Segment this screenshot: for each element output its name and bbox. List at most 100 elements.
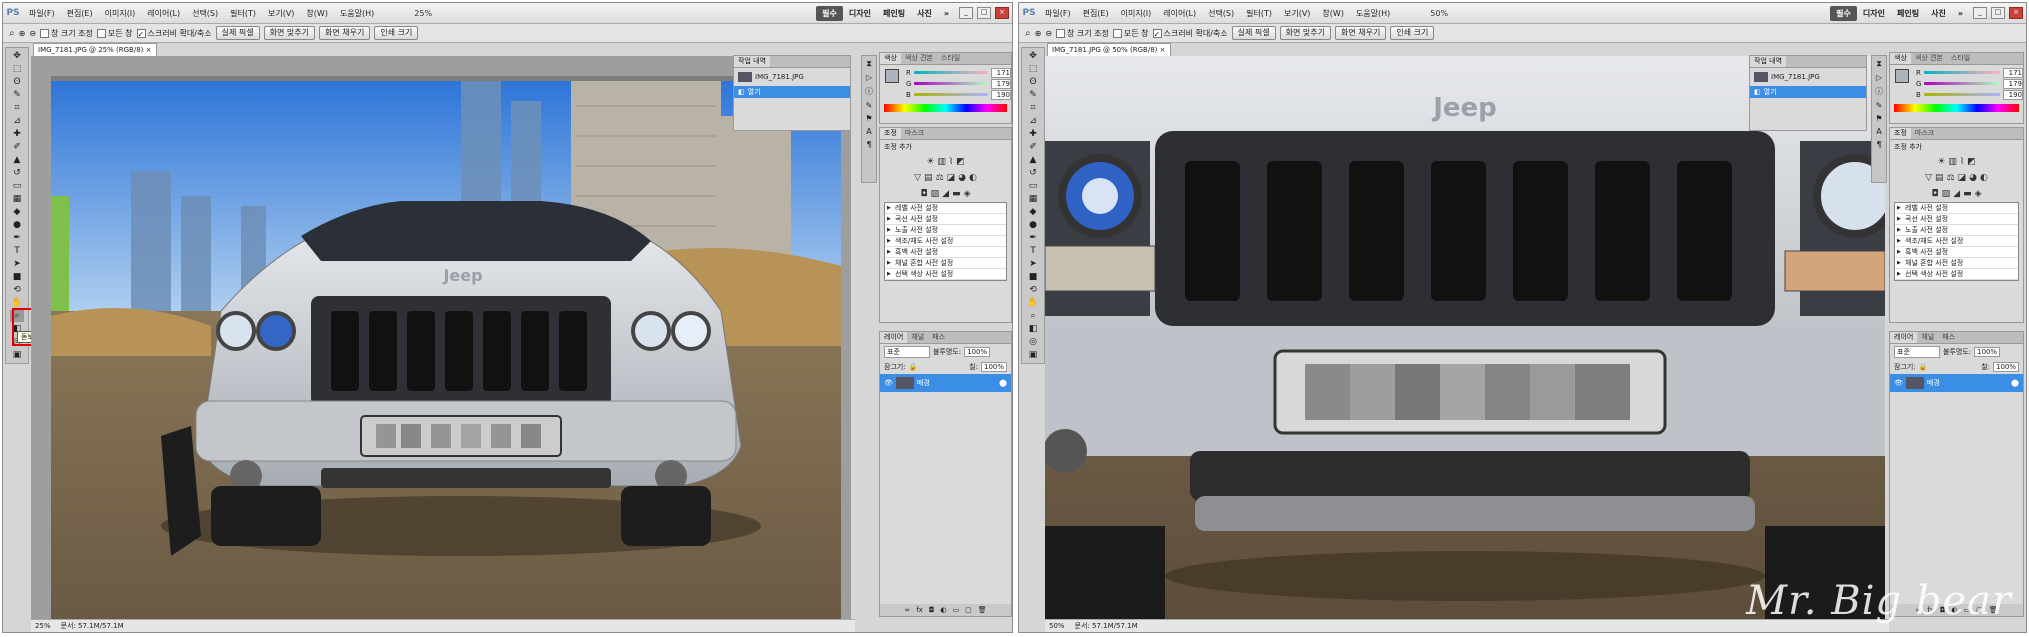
actions-dock-icon[interactable]: ▷ (866, 73, 872, 82)
vibrance-icon[interactable]: ▽ (914, 173, 921, 183)
history-step-open[interactable]: ◧ 열기 (1750, 86, 1866, 98)
marquee-tool-icon[interactable]: ⬚ (10, 63, 24, 75)
preset-curves[interactable]: 곡선 사전 설정 (885, 214, 1006, 225)
workspace-photography[interactable]: 사진 (911, 6, 938, 21)
history-dock-icon[interactable]: ⧗ (1876, 59, 1882, 69)
menu-edit[interactable]: 편집(E) (1077, 8, 1115, 19)
dodge-tool-icon[interactable]: ● (10, 219, 24, 231)
fit-screen-button[interactable]: 화면 맞추기 (263, 26, 315, 40)
fx-icon[interactable]: fx (916, 606, 923, 614)
g-slider[interactable] (914, 82, 988, 85)
tab-swatches[interactable]: 색상 견본 (901, 53, 937, 64)
menu-image[interactable]: 이미지(I) (99, 8, 142, 19)
lock-icon[interactable]: 🔒 (909, 363, 918, 371)
maximize-icon[interactable]: □ (977, 7, 991, 19)
selective-color-icon[interactable]: ◈ (964, 189, 971, 199)
minimize-icon[interactable]: _ (1973, 7, 1987, 19)
tab-channels[interactable]: 채널 (1917, 332, 1938, 343)
workspace-painting[interactable]: 페인팅 (877, 6, 911, 21)
threshold-icon[interactable]: ◢ (1953, 189, 1960, 199)
menu-view[interactable]: 보기(V) (1278, 8, 1316, 19)
close-tab-icon[interactable]: × (1160, 46, 1166, 54)
type-tool-icon[interactable]: T (1026, 245, 1040, 257)
new-layer-icon[interactable]: ▢ (965, 606, 972, 614)
crop-tool-icon[interactable]: ⌗ (1026, 102, 1040, 114)
menu-window[interactable]: 창(W) (300, 8, 334, 19)
levels-icon[interactable]: ▥ (1948, 157, 1957, 167)
preset-curves[interactable]: 곡선 사전 설정 (1895, 214, 2018, 225)
r-value[interactable]: 171 (2003, 67, 2023, 78)
gradient-map-icon[interactable]: ▬ (952, 189, 961, 199)
exposure-icon[interactable]: ◩ (1967, 157, 1976, 167)
workspace-more[interactable]: » (938, 7, 955, 20)
hue-sat-icon[interactable]: ▤ (924, 173, 933, 183)
screen-mode-icon[interactable]: ▣ (10, 349, 24, 361)
tab-color[interactable]: 색상 (880, 53, 901, 64)
blend-mode-select[interactable]: 표준 (1894, 346, 1940, 358)
clone-dock-icon[interactable]: ⚑ (865, 114, 872, 123)
color-ramp[interactable] (884, 104, 1007, 112)
tab-layers[interactable]: 레이어 (1890, 332, 1918, 343)
brushes-dock-icon[interactable]: ✎ (1876, 101, 1883, 110)
zoom-tool-icon[interactable]: ⌕ (1025, 28, 1031, 39)
menu-select[interactable]: 선택(S) (186, 8, 224, 19)
invert-icon[interactable]: ◘ (921, 189, 928, 199)
scrubby-zoom-checkbox[interactable]: ✓ 스크러비 확대/축소 (136, 28, 212, 39)
print-size-button[interactable]: 인쇄 크기 (1390, 26, 1435, 40)
tab-history[interactable]: 작업 내역 (734, 56, 770, 67)
document-tab[interactable]: IMG_7181.JPG @ 25% (RGB/8) × (33, 43, 157, 56)
history-brush-icon[interactable]: ↺ (10, 167, 24, 179)
menu-filter[interactable]: 필터(T) (1240, 8, 1278, 19)
tab-swatches[interactable]: 색상 견본 (1911, 53, 1947, 64)
history-snapshot[interactable]: IMG_7181.JPG (734, 68, 850, 86)
color-swatch-fg[interactable] (885, 69, 899, 83)
3d-rotate-icon[interactable]: ⟲ (1026, 284, 1040, 296)
eye-icon[interactable]: 👁 (1894, 379, 1903, 387)
close-tab-icon[interactable]: × (146, 46, 152, 54)
photo-filter-icon[interactable]: ◕ (1969, 173, 1977, 183)
character-dock-icon[interactable]: A (1876, 127, 1881, 136)
tab-channels[interactable]: 채널 (907, 332, 928, 343)
move-tool-icon[interactable]: ✥ (1026, 50, 1040, 62)
screen-mode-icon[interactable]: ▣ (1026, 349, 1040, 361)
zoom-in-icon[interactable]: ⊕ (19, 29, 26, 38)
vibrance-icon[interactable]: ▽ (1925, 173, 1932, 183)
stamp-tool-icon[interactable]: ▲ (10, 154, 24, 166)
path-select-icon[interactable]: ➤ (1026, 258, 1040, 270)
menu-file[interactable]: 파일(F) (1039, 8, 1077, 19)
document-canvas[interactable]: Jeep (31, 56, 851, 621)
menu-view[interactable]: 보기(V) (262, 8, 300, 19)
lasso-tool-icon[interactable]: ʘ (10, 76, 24, 88)
scrubby-zoom-checkbox[interactable]: ✓ 스크러비 확대/축소 (1152, 28, 1228, 39)
all-windows-checkbox[interactable]: 모든 창 (1112, 28, 1149, 39)
menu-help[interactable]: 도움말(H) (1350, 8, 1396, 19)
bw-icon[interactable]: ◪ (1958, 173, 1967, 183)
preset-levels[interactable]: 레벨 사전 설정 (885, 203, 1006, 214)
photo-filter-icon[interactable]: ◕ (958, 173, 966, 183)
eye-icon[interactable]: 👁 (884, 379, 893, 387)
tab-masks[interactable]: 마스크 (1911, 128, 1938, 139)
preset-channel-mixer[interactable]: 채널 혼합 사전 설정 (1895, 258, 2018, 269)
pen-tool-icon[interactable]: ✒ (10, 232, 24, 244)
gradient-map-icon[interactable]: ▬ (1963, 189, 1972, 199)
move-tool-icon[interactable]: ✥ (10, 50, 24, 62)
menu-window[interactable]: 창(W) (1316, 8, 1350, 19)
gradient-tool-icon[interactable]: ▦ (10, 193, 24, 205)
fill-field[interactable]: 100% (1992, 362, 2019, 372)
blend-mode-select[interactable]: 표준 (884, 346, 930, 358)
crop-tool-icon[interactable]: ⌗ (10, 102, 24, 114)
preset-selective-color[interactable]: 선택 색상 사전 설정 (1895, 269, 2018, 280)
pen-tool-icon[interactable]: ✒ (1026, 232, 1040, 244)
quick-mask-icon[interactable]: ◎ (1026, 336, 1040, 348)
tab-styles[interactable]: 스타일 (1947, 53, 1974, 64)
fit-screen-button[interactable]: 화면 맞추기 (1279, 26, 1331, 40)
info-dock-icon[interactable]: ⓘ (1875, 86, 1883, 97)
channel-mixer-icon[interactable]: ◐ (969, 173, 977, 183)
history-dock-icon[interactable]: ⧗ (866, 59, 872, 69)
history-step-open[interactable]: ◧ 열기 (734, 86, 850, 98)
curves-icon[interactable]: ⌇ (949, 157, 953, 167)
color-swatches-icon[interactable]: ◧ (1026, 323, 1040, 335)
path-select-icon[interactable]: ➤ (10, 258, 24, 270)
tab-paths[interactable]: 패스 (1938, 332, 1959, 343)
menu-layer[interactable]: 레이어(L) (141, 8, 186, 19)
